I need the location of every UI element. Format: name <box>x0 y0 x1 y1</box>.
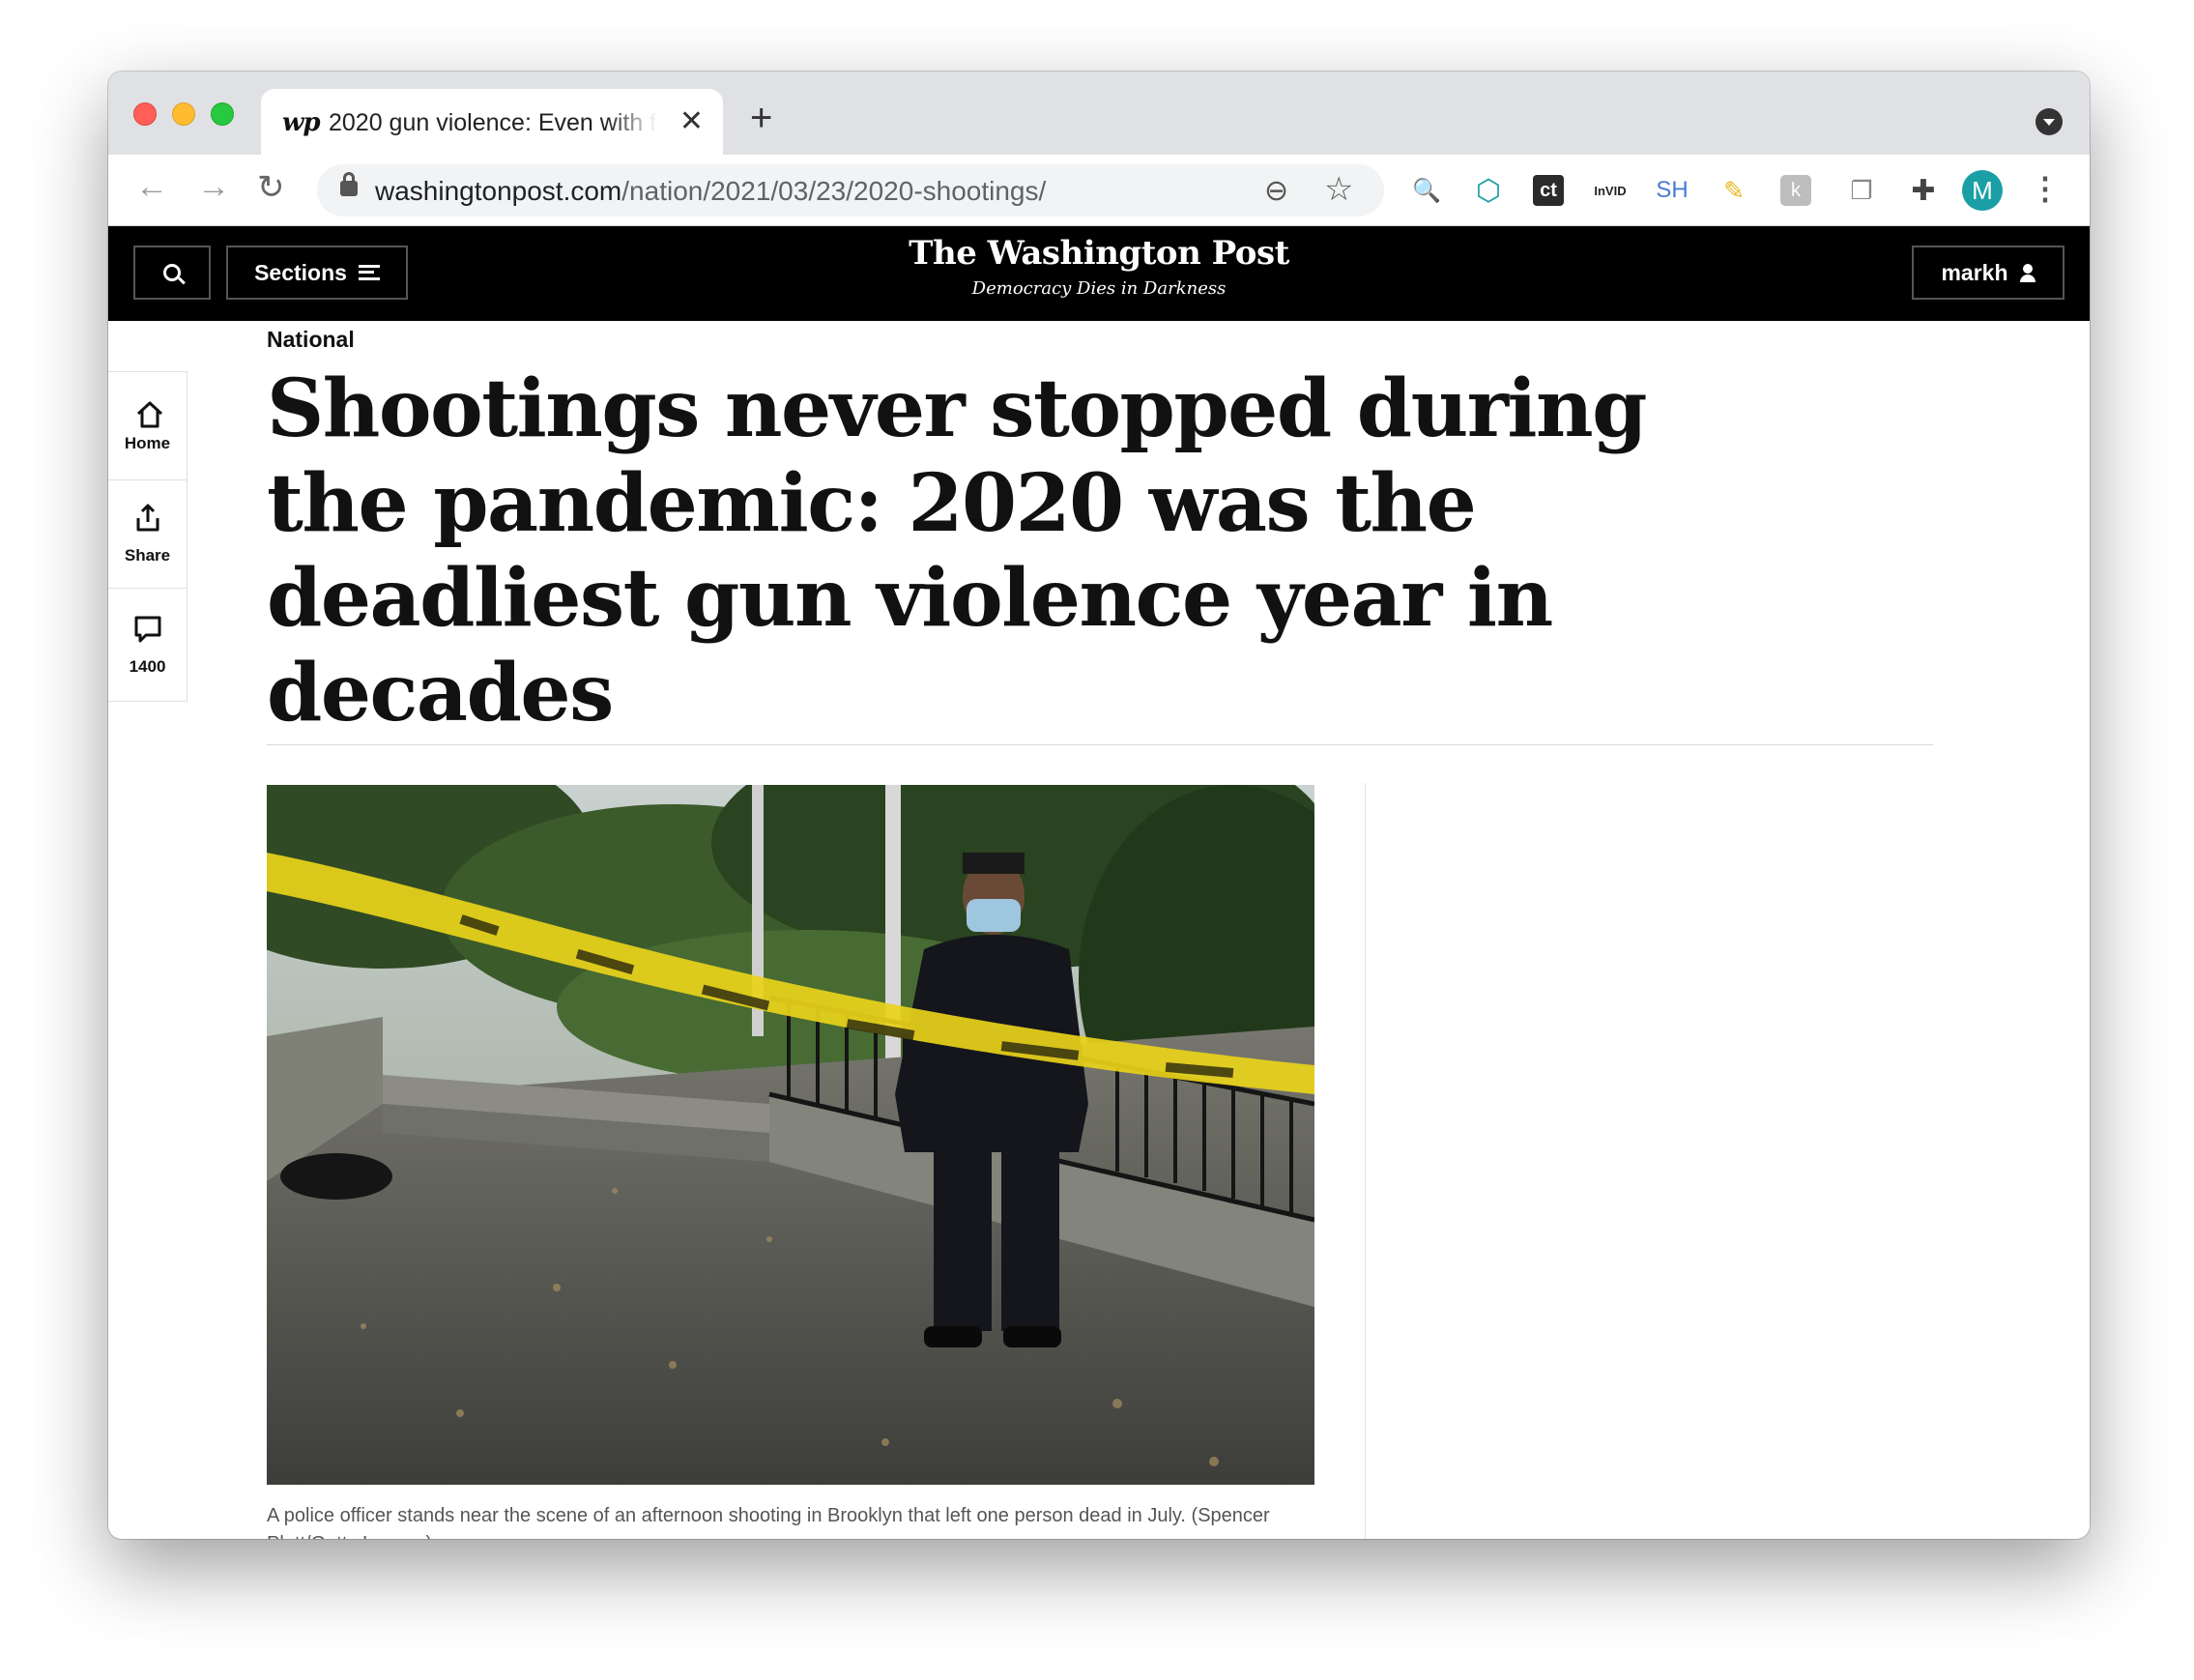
rail-home-label: Home <box>124 433 171 452</box>
site-logo[interactable]: The Washington Post <box>108 234 2090 273</box>
extension-sh-icon[interactable]: SH <box>1653 172 1691 209</box>
extension-search-icon[interactable]: 🔍 <box>1407 172 1446 209</box>
user-name: markh <box>1941 259 2008 285</box>
column-divider <box>1365 783 1366 1539</box>
site-header: Sections The Washington Post Democracy D… <box>108 226 2090 321</box>
extension-ct-icon[interactable]: ct <box>1533 175 1564 206</box>
headline-divider <box>267 744 1933 745</box>
crime-scene-photo-icon <box>267 785 1314 1485</box>
close-window-button[interactable] <box>133 102 157 126</box>
tab-strip: wp 2020 gun violence: Even with fewer ma… <box>108 72 2090 155</box>
user-account-button[interactable]: markh <box>1912 246 2064 300</box>
tab-title: 2020 gun violence: Even with fewer mass … <box>329 109 657 136</box>
rail-comments-count: 1400 <box>129 656 166 676</box>
article-page: Home Share 1400 National Shootings never… <box>108 321 2090 1539</box>
user-icon <box>2019 264 2035 282</box>
comment-icon <box>132 614 163 650</box>
extension-copy-icon[interactable]: ❐ <box>1842 172 1881 209</box>
profile-avatar[interactable]: M <box>1962 170 2003 211</box>
url-text[interactable]: washingtonpost.com/nation/2021/03/23/202… <box>375 176 1046 207</box>
zoom-icon[interactable]: ⊖ <box>1264 174 1288 208</box>
rail-comments-button[interactable]: 1400 <box>108 589 187 701</box>
article-kicker[interactable]: National <box>267 327 355 353</box>
maximize-window-button[interactable] <box>211 102 234 126</box>
share-icon <box>132 503 163 538</box>
masthead[interactable]: The Washington Post Democracy Dies in Da… <box>108 234 2090 299</box>
lead-photo <box>267 785 1314 1485</box>
new-tab-icon[interactable]: + <box>750 97 772 140</box>
bookmark-star-icon[interactable]: ☆ <box>1324 170 1353 209</box>
extension-invid-icon[interactable]: InVID <box>1591 172 1630 209</box>
site-tagline: Democracy Dies in Darkness <box>971 278 1227 299</box>
left-action-rail: Home Share 1400 <box>108 371 188 702</box>
rail-share-label: Share <box>124 546 171 565</box>
browser-window: wp 2020 gun violence: Even with fewer ma… <box>108 72 2090 1539</box>
browser-toolbar: ← → ↻ washingtonpost.com/nation/2021/03/… <box>108 155 2090 226</box>
extensions-puzzle-icon[interactable]: ✚ <box>1904 172 1943 209</box>
extension-k-icon[interactable]: k <box>1780 175 1811 206</box>
address-bar[interactable]: washingtonpost.com/nation/2021/03/23/202… <box>317 164 1384 217</box>
url-path: /nation/2021/03/23/2020-shootings/ <box>621 176 1047 206</box>
back-arrow-icon[interactable]: ← <box>135 168 168 206</box>
wapo-favicon-icon: wp <box>282 108 321 137</box>
tab-search-icon[interactable] <box>2035 108 2063 135</box>
menu-kebab-icon[interactable]: ⋮ <box>2030 170 2061 207</box>
extension-hex-icon[interactable]: ⬡ <box>1469 172 1508 209</box>
tab-close-icon[interactable]: ✕ <box>679 104 704 138</box>
minimize-window-button[interactable] <box>172 102 195 126</box>
lock-icon[interactable] <box>340 172 358 196</box>
forward-arrow-icon[interactable]: → <box>197 168 230 206</box>
rail-share-button[interactable]: Share <box>108 480 187 589</box>
reload-icon[interactable]: ↻ <box>257 168 285 207</box>
photo-caption: A police officer stands near the scene o… <box>267 1505 1270 1539</box>
article-headline: Shootings never stopped during the pande… <box>267 362 1648 739</box>
rail-home-button[interactable]: Home <box>108 372 187 480</box>
extension-highlighter-icon[interactable]: ✎ <box>1715 172 1753 209</box>
home-icon <box>134 399 162 427</box>
url-domain: washingtonpost.com <box>375 176 622 206</box>
tab-active[interactable]: wp 2020 gun violence: Even with fewer ma… <box>261 89 723 155</box>
